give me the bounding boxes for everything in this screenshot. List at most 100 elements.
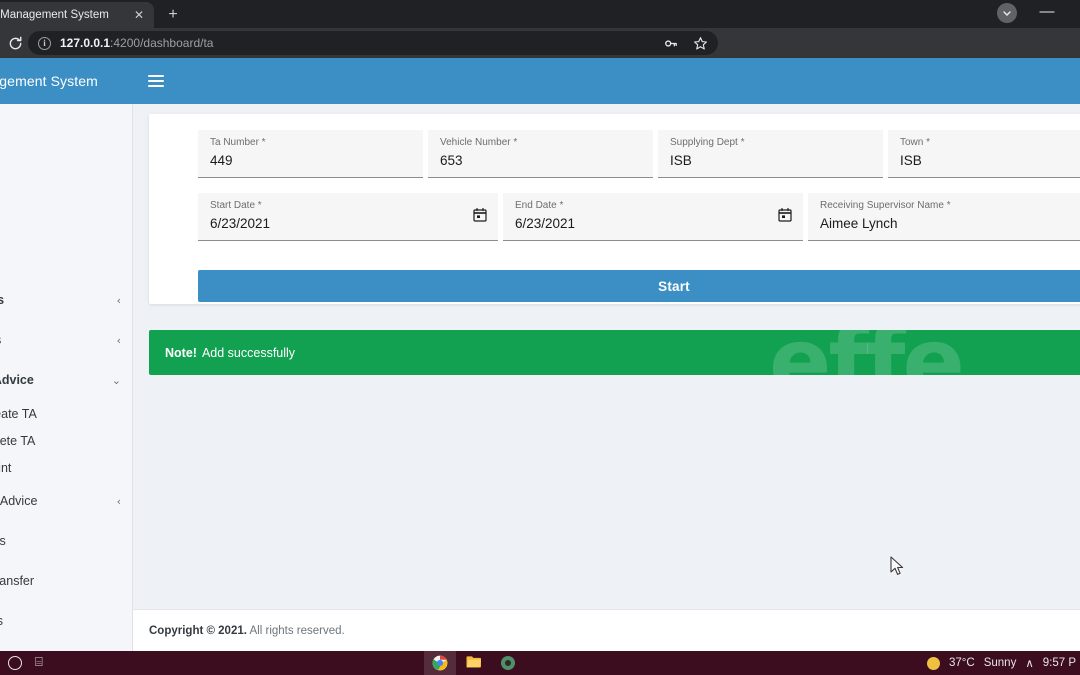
sidebar-item-1[interactable]: [0, 240, 132, 280]
sidebar-item-label: er Advice: [0, 373, 34, 387]
sidebar-item-analysis[interactable]: is: [0, 601, 132, 641]
chevron-left-icon: ‹: [116, 293, 121, 307]
alert-message: Add successfully: [201, 345, 296, 360]
ta-number-label: Ta Number *: [210, 137, 266, 148]
mouse-cursor: [890, 556, 906, 583]
file-explorer-taskbar-icon[interactable]: [466, 655, 482, 671]
vehicle-number-value: 653: [440, 153, 463, 168]
supplying-dept-value: ISB: [670, 153, 692, 168]
sidebar-item-label: rint: [0, 460, 12, 475]
end-date-field[interactable]: End Date * 6/23/2021: [503, 193, 803, 241]
sidebar-user-status: online: [0, 133, 132, 145]
app-brand-title: e Management System: [0, 73, 98, 89]
sidebar-item-label: al Transfer: [0, 574, 35, 588]
main-content: Ta Number * 449 Vehicle Number * 653 Sup…: [133, 104, 1080, 609]
ta-number-value: 449: [210, 153, 233, 168]
tray-expand-icon[interactable]: ∧: [1025, 656, 1033, 670]
town-field[interactable]: Town * ISB: [888, 130, 1080, 178]
sidebar-item-reports[interactable]: ts: [0, 521, 132, 561]
clock-time[interactable]: 9:57 P: [1043, 657, 1076, 669]
end-date-value: 6/23/2021: [515, 216, 576, 231]
app-header: e Management System: [0, 58, 1080, 104]
receiving-supervisor-field[interactable]: Receiving Supervisor Name * Aimee Lynch: [808, 193, 1080, 241]
screen: ouse Management System ✕ + — i 127.0.0.1…: [0, 0, 1080, 675]
sidebar-item-label: is: [0, 614, 3, 628]
browser-toolbar: i 127.0.0.1:4200/dashboard/ta O S: [0, 28, 1080, 81]
success-alert: effe Note! Add successfully: [149, 330, 1080, 375]
password-key-icon[interactable]: [664, 36, 679, 51]
reload-icon[interactable]: [0, 28, 30, 58]
sidebar-item-dispatched-advice[interactable]: ched Advice ‹: [0, 481, 132, 521]
copyright-text: Copyright © 2021. All rights reserved.: [149, 625, 345, 637]
sidebar-item-stores[interactable]: s ‹: [0, 320, 132, 360]
browser-tab-strip: ouse Management System ✕ + —: [0, 0, 1080, 28]
sidebar-item-label: ched Advice: [0, 494, 38, 508]
sidebar-item-label: ts: [0, 534, 6, 548]
start-date-field[interactable]: Start Date * 6/23/2021: [198, 193, 498, 241]
task-view-icon[interactable]: ⌸: [35, 656, 43, 670]
sidebar-item-delete-ta[interactable]: elete TA: [0, 427, 132, 454]
windows-taskbar: ⌸ 37°C Sunny ∧ 9:57 P: [0, 651, 1080, 675]
bookmark-star-icon[interactable]: [693, 36, 708, 51]
sidebar-user-name: dmin: [0, 114, 132, 129]
town-value: ISB: [900, 153, 922, 168]
ta-number-field[interactable]: Ta Number * 449: [198, 130, 423, 178]
receiving-supervisor-label: Receiving Supervisor Name *: [820, 200, 951, 211]
sidebar-item-create-ta[interactable]: reate TA: [0, 400, 132, 427]
chevron-left-icon: ‹: [116, 333, 121, 347]
sidebar: dmin online ATION cts ‹ s ‹: [0, 104, 133, 651]
sidebar-item-transfer-advice[interactable]: er Advice ⌄: [0, 360, 132, 400]
end-date-label: End Date *: [515, 200, 564, 211]
close-icon[interactable]: ✕: [132, 9, 146, 21]
chrome-taskbar-icon[interactable]: [432, 655, 448, 671]
site-info-icon[interactable]: i: [38, 36, 51, 50]
town-label: Town *: [900, 137, 931, 148]
media-taskbar-icon[interactable]: [500, 655, 516, 671]
sidebar-item-products[interactable]: cts ‹: [0, 280, 132, 320]
weather-label[interactable]: Sunny: [984, 657, 1017, 669]
vehicle-number-field[interactable]: Vehicle Number * 653: [428, 130, 653, 178]
browser-tab-title: ouse Management System: [0, 9, 109, 21]
url-host: 127.0.0.1: [60, 36, 111, 50]
calendar-icon[interactable]: [472, 207, 488, 223]
sidebar-item-label: cts: [0, 293, 4, 307]
start-date-value: 6/23/2021: [210, 216, 271, 231]
alert-prefix: Note!: [165, 345, 197, 360]
vehicle-number-label: Vehicle Number *: [440, 137, 518, 148]
window-minimize-button[interactable]: —: [1036, 2, 1058, 24]
hamburger-menu-icon[interactable]: [148, 75, 164, 87]
copyright-bold: Copyright © 2021.: [149, 624, 247, 637]
temperature-label[interactable]: 37°C: [949, 657, 975, 669]
chevron-left-icon: ‹: [116, 494, 121, 508]
calendar-icon[interactable]: [777, 207, 793, 223]
address-bar[interactable]: i 127.0.0.1:4200/dashboard/ta: [28, 31, 718, 55]
start-button[interactable]: Start: [198, 270, 1080, 302]
new-tab-button[interactable]: +: [163, 5, 183, 25]
profile-avatar[interactable]: [997, 3, 1017, 23]
supplying-dept-field[interactable]: Supplying Dept * ISB: [658, 130, 883, 178]
sidebar-item-internal-transfer[interactable]: al Transfer: [0, 561, 132, 601]
sidebar-item-0[interactable]: [0, 200, 132, 240]
sidebar-item-label: s: [0, 333, 1, 347]
sidebar-item-label: reate TA: [0, 406, 37, 421]
address-bar-url: 127.0.0.1:4200/dashboard/ta: [60, 36, 213, 50]
sidebar-nav: cts ‹ s ‹ er Advice ⌄ reate TA elete TA …: [0, 200, 132, 641]
start-date-label: Start Date *: [210, 200, 262, 211]
taskbar-apps: [432, 651, 516, 675]
chevron-down-icon: ⌄: [111, 373, 121, 387]
copyright-rest: All rights reserved.: [246, 624, 345, 637]
sidebar-user-block[interactable]: dmin online: [0, 114, 132, 145]
sidebar-item-label: elete TA: [0, 433, 36, 448]
ta-form-card: Ta Number * 449 Vehicle Number * 653 Sup…: [149, 114, 1080, 304]
supplying-dept-label: Supplying Dept *: [670, 137, 745, 148]
system-tray: 37°C Sunny ∧ 9:57 P: [927, 651, 1076, 675]
app-footer: Copyright © 2021. All rights reserved. V…: [133, 609, 1080, 651]
weather-sun-icon: [927, 656, 941, 670]
watermark-text: effe: [769, 330, 965, 375]
receiving-supervisor-value: Aimee Lynch: [820, 216, 898, 231]
sidebar-item-print[interactable]: rint: [0, 454, 132, 481]
start-menu-icon[interactable]: [8, 656, 22, 670]
browser-tab[interactable]: ouse Management System ✕: [0, 2, 154, 28]
url-path: :4200/dashboard/ta: [110, 36, 214, 50]
chevron-down-icon: [1003, 11, 1011, 16]
